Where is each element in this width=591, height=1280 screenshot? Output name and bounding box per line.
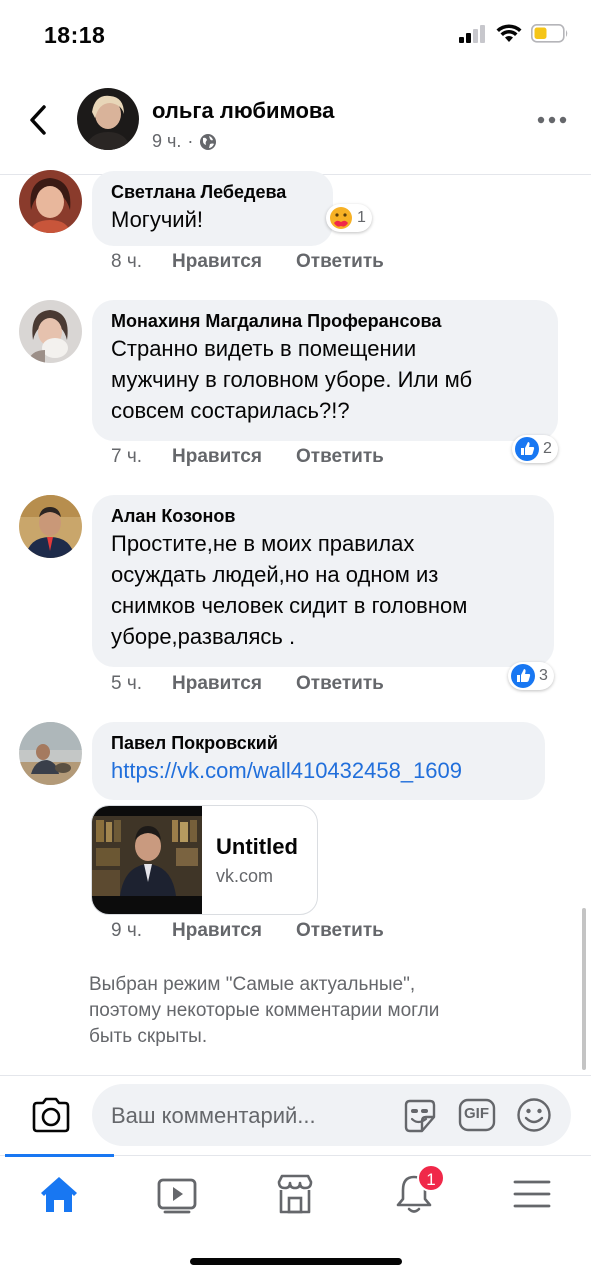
emoji-icon[interactable] <box>516 1097 552 1133</box>
comment-actions: 7 ч. Нравится Ответить <box>111 446 384 468</box>
reaction-count[interactable]: 1 <box>326 204 372 232</box>
comment-actions: 5 ч. Нравится Ответить <box>111 673 384 695</box>
reaction-count[interactable]: 2 <box>512 435 558 463</box>
comment-text-line: снимков человек сидит в головном <box>111 593 468 618</box>
like-button[interactable]: Нравится <box>172 673 296 695</box>
reaction-count-label: 3 <box>539 667 548 684</box>
like-button[interactable]: Нравится <box>172 446 296 468</box>
comment-actions: 9 ч. Нравится Ответить <box>111 920 384 942</box>
reaction-count-label: 1 <box>357 209 366 226</box>
link-preview-title: Untitled <box>216 834 298 859</box>
tab-marketplace-icon[interactable] <box>273 1172 317 1216</box>
comment-text-line: Простите,не в моих правилах <box>111 531 415 556</box>
comment-bubble[interactable]: Павел Покровский https://vk.com/wall4104… <box>92 722 545 800</box>
like-button[interactable]: Нравится <box>172 251 296 273</box>
status-bar: 18:18 <box>0 0 591 75</box>
comment-input[interactable]: Ваш комментарий... GIF <box>92 1084 571 1146</box>
post-header: ольга любимова 9 ч. · <box>0 75 591 175</box>
like-button[interactable]: Нравится <box>172 920 296 942</box>
commenter-avatar[interactable] <box>19 722 82 785</box>
gif-label: GIF <box>464 1105 489 1122</box>
comment-composer: Ваш комментарий... GIF <box>0 1075 591 1155</box>
care-reaction-icon <box>330 207 352 229</box>
tab-watch-icon[interactable] <box>155 1172 199 1216</box>
note-line: быть скрыты. <box>89 1026 208 1047</box>
comment-text-line: уборе,развалясь . <box>111 624 296 649</box>
scrollbar[interactable] <box>582 908 586 1070</box>
commenter-name[interactable]: Монахиня Магдалина Проферансова <box>111 309 540 333</box>
commenter-avatar[interactable] <box>19 300 82 363</box>
comment-bubble[interactable]: Алан Козонов Простите,не в моих правилах… <box>92 495 554 667</box>
author-name[interactable]: ольга любимова <box>152 98 334 124</box>
tab-home-icon[interactable] <box>37 1172 81 1216</box>
commenter-avatar[interactable] <box>19 495 82 558</box>
gif-button[interactable]: GIF <box>458 1098 496 1132</box>
globe-icon <box>200 133 217 150</box>
comment-bubble[interactable]: Светлана Лебедева Могучий! <box>92 171 333 246</box>
comment-text-line: совсем состарилась?!? <box>111 398 350 423</box>
link-preview-thumbnail <box>92 806 202 914</box>
comment-text-line: осуждать людей,но на одном из <box>111 562 439 587</box>
commenter-avatar[interactable] <box>19 170 82 233</box>
reply-button[interactable]: Ответить <box>296 251 384 273</box>
comment-text-line: мужчину в головном уборе. Или мб <box>111 367 473 392</box>
status-icons <box>459 24 569 43</box>
note-line: Выбран режим "Самые актуальные", <box>89 974 416 995</box>
bottom-tab-bar: 1 <box>0 1154 591 1245</box>
like-reaction-icon <box>515 437 539 461</box>
cellular-signal-icon <box>459 24 485 43</box>
meta-separator: · <box>187 131 194 151</box>
comment-time: 5 ч. <box>111 673 143 694</box>
reply-button[interactable]: Ответить <box>296 920 384 942</box>
camera-icon[interactable] <box>30 1096 72 1134</box>
author-avatar[interactable] <box>77 88 139 150</box>
comment-bubble[interactable]: Монахиня Магдалина Проферансова Странно … <box>92 300 558 441</box>
active-tab-indicator <box>5 1154 114 1157</box>
comment-input-placeholder: Ваш комментарий... <box>111 1103 316 1128</box>
status-time: 18:18 <box>44 22 106 48</box>
comment-text-line: Странно видеть в помещении <box>111 336 417 361</box>
commenter-name[interactable]: Алан Козонов <box>111 504 536 528</box>
sticker-icon[interactable] <box>400 1097 440 1135</box>
commenter-name[interactable]: Светлана Лебедева <box>111 180 315 204</box>
note-line: поэтому некоторые комментарии могли <box>89 1000 440 1021</box>
battery-icon <box>531 24 568 43</box>
reaction-count[interactable]: 3 <box>508 662 554 690</box>
more-options-icon[interactable] <box>537 113 567 127</box>
comment-text: Могучий! <box>111 207 203 232</box>
comment-time: 8 ч. <box>111 251 143 272</box>
home-indicator[interactable] <box>190 1258 402 1265</box>
notifications-badge: 1 <box>417 1164 445 1192</box>
like-reaction-icon <box>511 664 535 688</box>
post-meta: 9 ч. · <box>152 131 217 152</box>
reply-button[interactable]: Ответить <box>296 446 384 468</box>
reaction-count-label: 2 <box>543 440 552 457</box>
comment-time: 9 ч. <box>111 920 143 941</box>
comment-actions: 8 ч. Нравится Ответить <box>111 251 384 273</box>
back-arrow-icon[interactable] <box>24 103 52 137</box>
post-time: 9 ч. <box>152 131 182 151</box>
link-preview-card[interactable]: Untitled vk.com <box>91 805 318 915</box>
wifi-icon <box>496 24 522 42</box>
comment-filter-note: Выбран режим "Самые актуальные", поэтому… <box>89 972 549 1050</box>
reply-button[interactable]: Ответить <box>296 673 384 695</box>
link-preview-domain: vk.com <box>216 866 274 886</box>
comment-link[interactable]: https://vk.com/wall410432458_1609 <box>111 755 527 786</box>
tab-menu-icon[interactable] <box>510 1172 554 1216</box>
comment-time: 7 ч. <box>111 446 143 467</box>
commenter-name[interactable]: Павел Покровский <box>111 731 527 755</box>
